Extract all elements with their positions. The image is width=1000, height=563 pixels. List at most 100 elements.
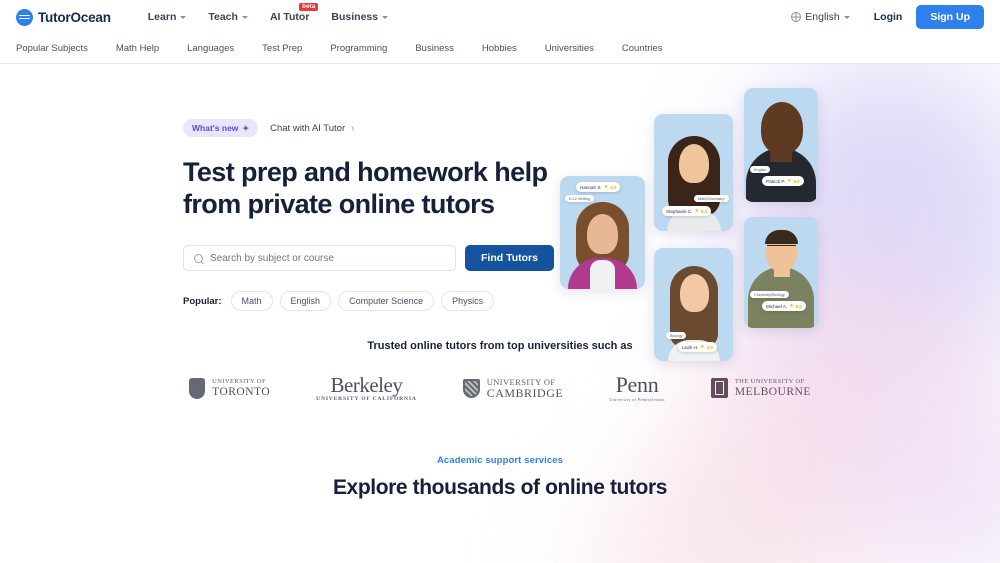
star-icon: ★ xyxy=(603,184,609,190)
chevron-down-icon xyxy=(843,15,850,19)
chevron-down-icon xyxy=(382,15,389,19)
tutor-card-patrick[interactable]: English Patrick P. ★ 5.0 xyxy=(744,88,818,202)
section-eyebrow: Academic support services xyxy=(436,454,564,466)
tutor-name: Hannah S. xyxy=(580,184,602,190)
uni-line-2: TORONTO xyxy=(212,385,271,398)
tutor-rating: 5.0 xyxy=(793,178,800,184)
tag-english[interactable]: English xyxy=(279,291,332,312)
tutor-name-badge: Leah H. ★ 5.0 xyxy=(678,342,717,352)
logo-text: TutorOcean xyxy=(38,9,111,25)
uni-line-1: THE UNIVERSITY OF xyxy=(734,377,805,385)
tutor-photo xyxy=(744,217,818,328)
logo[interactable]: TutorOcean xyxy=(16,8,111,26)
nav-label: AI Tutor xyxy=(269,11,310,23)
subnav-item-countries[interactable]: Countries xyxy=(608,43,677,54)
secondary-nav: Popular Subjects Math Help Languages Tes… xyxy=(0,34,1000,64)
uni-line-1: Berkeley xyxy=(330,372,403,397)
tutor-subject-tag: Math/Chemistry xyxy=(694,195,729,202)
signup-button[interactable]: Sign Up xyxy=(916,5,984,29)
tutor-card-hannah[interactable]: K-12 Writing Hannah S. ★ 5.0 xyxy=(560,176,645,289)
tutor-rating: 5.0 xyxy=(706,344,713,350)
tutor-card-michael[interactable]: Chemistry/Biology Michael A. ★ 5.0 xyxy=(744,217,818,328)
tag-physics[interactable]: Physics xyxy=(441,291,495,312)
uni-line-2: MELBOURNE xyxy=(734,385,811,398)
explore-section: Academic support services Explore thousa… xyxy=(0,455,1000,500)
header-actions: English Login Sign Up xyxy=(781,5,984,29)
tutor-rating: 5.0 xyxy=(610,184,617,190)
primary-nav: Learn Teach AI Tutor beta Business xyxy=(137,3,399,23)
whats-new-badge[interactable]: What's new ✦ xyxy=(183,119,259,137)
whats-new-label: What's new xyxy=(192,123,239,133)
login-link[interactable]: Login xyxy=(860,11,917,23)
tutor-name-badge: Stephanie C. ★ 5.0 xyxy=(662,206,712,216)
language-selector[interactable]: English xyxy=(781,11,859,23)
tutor-name: Leah H. xyxy=(682,344,699,350)
university-logo-cambridge: UNIVERSITY OF CAMBRIDGE xyxy=(462,377,564,400)
subnav-item-business[interactable]: Business xyxy=(401,43,468,54)
university-logo-berkeley: Berkeley UNIVERSITY OF CALIFORNIA xyxy=(316,372,417,403)
beta-badge: beta xyxy=(299,3,319,11)
university-logo-melbourne: THE UNIVERSITY OF MELBOURNE xyxy=(710,377,811,399)
popular-label: Popular: xyxy=(183,295,222,307)
chevron-right-icon: › xyxy=(351,122,355,134)
subnav-item-languages[interactable]: Languages xyxy=(173,43,248,54)
melbourne-crest-icon xyxy=(710,378,728,399)
find-tutors-button[interactable]: Find Tutors xyxy=(465,245,554,272)
subnav-item-math-help[interactable]: Math Help xyxy=(102,43,173,54)
tutor-subject-tag: English xyxy=(750,166,771,173)
nav-item-teach[interactable]: Teach xyxy=(197,11,259,23)
chat-link-label: Chat with AI Tutor xyxy=(270,122,346,134)
uni-line-1: Penn xyxy=(615,372,659,398)
tutor-card-stephanie[interactable]: Math/Chemistry Stephanie C. ★ 5.0 xyxy=(654,114,733,231)
search-box[interactable] xyxy=(183,245,456,272)
tag-math[interactable]: Math xyxy=(230,291,273,312)
nav-item-business[interactable]: Business xyxy=(320,11,399,23)
uni-line-1: UNIVERSITY OF xyxy=(212,377,267,385)
subnav-item-test-prep[interactable]: Test Prep xyxy=(248,43,316,54)
section-title: Explore thousands of online tutors xyxy=(332,475,668,499)
language-label: English xyxy=(805,11,840,23)
search-input[interactable] xyxy=(210,252,445,264)
tutor-rating: 5.0 xyxy=(701,208,708,214)
uni-line-2: CAMBRIDGE xyxy=(486,385,564,400)
tutor-card-collage: K-12 Writing Hannah S. ★ 5.0 Math/Chemis… xyxy=(557,88,837,363)
uni-line-2: UNIVERSITY OF CALIFORNIA xyxy=(316,395,417,402)
nav-label: Learn xyxy=(147,11,177,23)
tutor-name: Michael A. xyxy=(766,303,788,309)
subnav-item-universities[interactable]: Universities xyxy=(531,43,608,54)
tag-computer-science[interactable]: Computer Science xyxy=(338,291,435,312)
nav-item-ai-tutor[interactable]: AI Tutor beta xyxy=(259,3,320,23)
cambridge-shield-icon xyxy=(462,378,480,398)
tutor-subject-tag: Chemistry/Biology xyxy=(750,291,789,298)
subnav-item-hobbies[interactable]: Hobbies xyxy=(468,43,531,54)
nav-item-learn[interactable]: Learn xyxy=(137,11,198,23)
search-icon xyxy=(194,253,203,263)
subnav-item-popular-subjects[interactable]: Popular Subjects xyxy=(16,43,102,54)
nav-label: Teach xyxy=(208,11,238,23)
trusted-universities-section: Trusted online tutors from top universit… xyxy=(0,340,1000,402)
globe-icon xyxy=(791,12,802,22)
chevron-down-icon xyxy=(241,15,248,19)
tutorocean-logo-icon xyxy=(16,8,33,26)
tutor-subject-tag: Biology xyxy=(666,332,687,339)
tutor-name-badge: Hannah S. ★ 5.0 xyxy=(576,182,621,192)
hero-section: What's new ✦ Chat with AI Tutor › Test p… xyxy=(0,64,1000,312)
tutor-subject-tag: K-12 Writing xyxy=(565,195,594,202)
main-header: TutorOcean Learn Teach AI Tutor beta Bus… xyxy=(0,0,1000,34)
tutor-card-leah[interactable]: Biology Leah H. ★ 5.0 xyxy=(654,248,733,361)
nav-label: Business xyxy=(331,11,379,23)
tutor-name-badge: Michael A. ★ 5.0 xyxy=(762,301,806,311)
toronto-crest-icon xyxy=(189,377,206,399)
tutor-name: Stephanie C. xyxy=(666,208,693,214)
university-logo-penn: Penn University of Pennsylvania xyxy=(609,374,665,402)
tutor-name: Patrick P. xyxy=(766,178,786,184)
trust-title: Trusted online tutors from top universit… xyxy=(367,340,633,353)
star-icon: ★ xyxy=(694,208,700,214)
chat-with-ai-tutor-link[interactable]: Chat with AI Tutor › xyxy=(270,123,354,134)
tutor-rating: 5.0 xyxy=(795,303,802,309)
chevron-down-icon xyxy=(180,15,187,19)
university-logo-toronto: UNIVERSITY OF TORONTO xyxy=(189,377,271,399)
subnav-item-programming[interactable]: Programming xyxy=(316,43,401,54)
sparkle-icon: ✦ xyxy=(242,123,250,133)
star-icon: ★ xyxy=(700,344,705,350)
